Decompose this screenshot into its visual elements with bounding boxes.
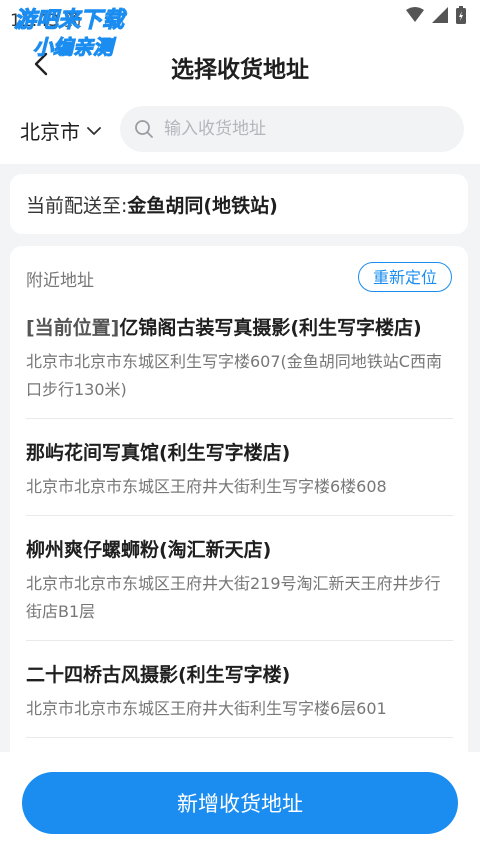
relocate-button[interactable]: 重新定位 (358, 262, 452, 292)
battery-icon (456, 6, 466, 24)
address-detail: 北京市北京市东城区王府井大街219号淘汇新天王府井步行街店B1层 (26, 574, 441, 621)
wifi-icon (406, 7, 424, 22)
list-item[interactable]: 柳州爽仔螺蛳粉(淘汇新天店) 北京市北京市东城区王府井大街219号淘汇新天王府井… (26, 530, 453, 641)
watermark-logo: 游吧来下载 小编亲测 (13, 8, 125, 60)
address-name: [当前位置]亿锦阁古装写真摄影(利生写字楼店) (26, 317, 422, 339)
status-icons (406, 6, 466, 24)
list-item[interactable]: 二十四桥古风摄影(利生写字楼) 北京市北京市东城区王府井大街利生写字楼6层601 (26, 655, 453, 738)
current-position-tag: [当前位置] (26, 317, 120, 339)
search-bar: 北京市 (0, 94, 480, 164)
address-name: 柳州爽仔螺蛳粉(淘汇新天店) (26, 539, 272, 561)
current-location-card: 当前配送至: 金鱼胡同(地铁站) (10, 174, 468, 234)
bottom-bar: 新增收货地址 (0, 752, 480, 854)
search-box[interactable] (120, 106, 464, 152)
address-detail: 北京市北京市东城区王府井大街利生写字楼6楼608 (26, 477, 387, 496)
nearby-title: 附近地址 (26, 271, 94, 291)
address-detail: 北京市北京市东城区利生写字楼607(金鱼胡同地铁站C西南口步行130米) (26, 352, 442, 399)
search-icon (135, 120, 153, 138)
chevron-down-icon (87, 126, 101, 135)
city-label: 北京市 (20, 120, 80, 144)
add-address-button[interactable]: 新增收货地址 (22, 772, 458, 834)
address-detail: 北京市北京市东城区王府井大街利生写字楼6层601 (26, 699, 387, 718)
nearby-list: [当前位置]亿锦阁古装写真摄影(利生写字楼店) 北京市北京市东城区利生写字楼60… (26, 308, 453, 752)
city-selector[interactable]: 北京市 (20, 116, 102, 145)
address-name: 那屿花间写真馆(利生写字楼店) (26, 442, 291, 464)
nearby-address-card: 附近地址 重新定位 [当前位置]亿锦阁古装写真摄影(利生写字楼店) 北京市北京市… (10, 246, 468, 766)
signal-icon (432, 7, 448, 23)
list-item[interactable]: [当前位置]亿锦阁古装写真摄影(利生写字楼店) 北京市北京市东城区利生写字楼60… (26, 308, 453, 419)
current-location-value: 金鱼胡同(地铁站) (127, 194, 278, 217)
address-name: 二十四桥古风摄影(利生写字楼) (26, 664, 291, 686)
search-input[interactable] (162, 118, 436, 140)
list-item[interactable]: 那屿花间写真馆(利生写字楼店) 北京市北京市东城区王府井大街利生写字楼6楼608 (26, 433, 453, 516)
current-location-label: 当前配送至: (26, 194, 128, 217)
